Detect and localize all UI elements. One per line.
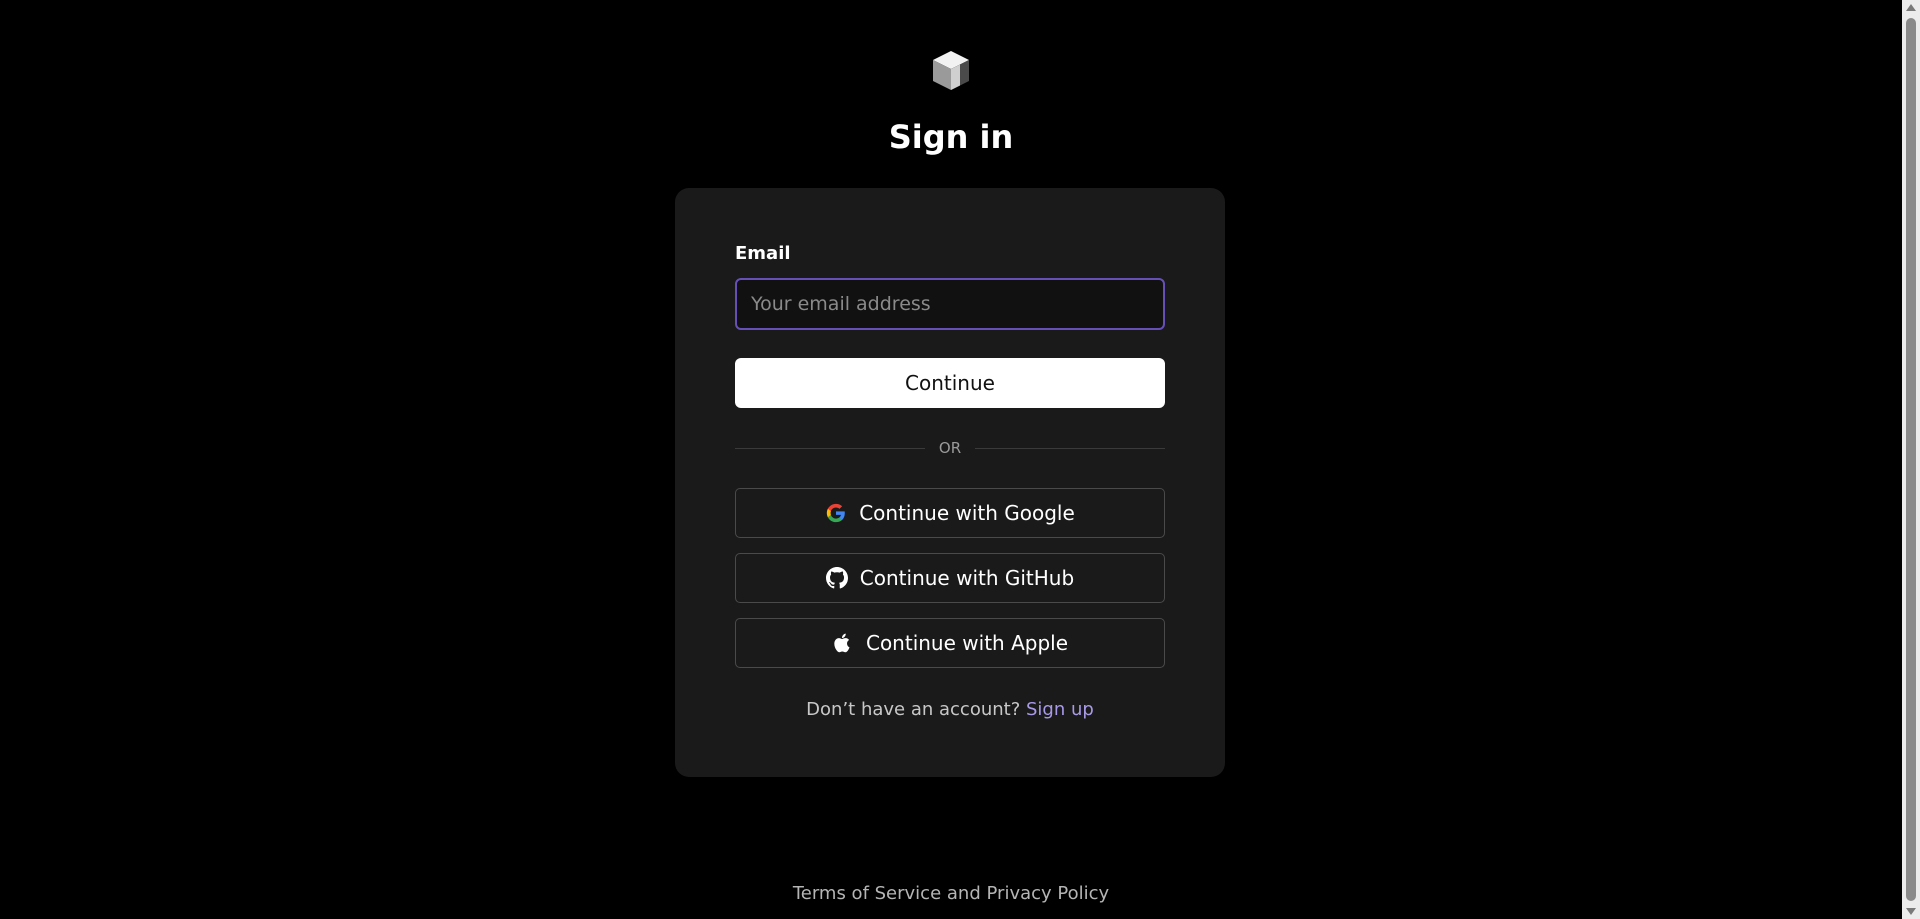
- continue-with-google-button[interactable]: Continue with Google: [735, 488, 1165, 538]
- sign-in-card: Email Continue OR Continue with Google C…: [675, 188, 1225, 777]
- scroll-down-arrow-icon[interactable]: [1906, 908, 1916, 915]
- sign-up-link[interactable]: Sign up: [1026, 699, 1094, 720]
- divider-label: OR: [938, 439, 962, 457]
- email-field[interactable]: [735, 278, 1165, 330]
- continue-with-apple-button[interactable]: Continue with Apple: [735, 618, 1165, 668]
- continue-button[interactable]: Continue: [735, 358, 1165, 408]
- or-divider: OR: [735, 438, 1166, 458]
- divider-line-right: [975, 447, 1166, 449]
- email-label: Email: [735, 243, 791, 264]
- privacy-policy-link[interactable]: Privacy Policy: [987, 883, 1110, 904]
- github-button-label: Continue with GitHub: [859, 566, 1075, 590]
- scrollbar-thumb[interactable]: [1906, 18, 1916, 901]
- signup-prompt: Don’t have an account?: [806, 699, 1021, 720]
- footer-and: and: [946, 883, 981, 904]
- google-button-label: Continue with Google: [859, 501, 1075, 525]
- google-icon: [827, 503, 845, 523]
- scroll-up-arrow-icon[interactable]: [1906, 4, 1916, 11]
- signup-prompt-row: Don’t have an account? Sign up: [675, 699, 1225, 720]
- github-icon: [825, 567, 848, 589]
- apple-icon: [834, 633, 850, 653]
- vertical-scrollbar[interactable]: [1902, 0, 1920, 919]
- page-title: Sign in: [888, 118, 1014, 156]
- terms-of-service-link[interactable]: Terms of Service: [793, 883, 941, 904]
- divider-line-left: [735, 447, 925, 449]
- footer-links: Terms of Service and Privacy Policy: [0, 883, 1902, 904]
- sign-in-page: Sign in Email Continue OR Continue with …: [0, 0, 1902, 919]
- continue-with-github-button[interactable]: Continue with GitHub: [735, 553, 1165, 603]
- cube-logo-icon: [933, 51, 969, 90]
- apple-button-label: Continue with Apple: [865, 631, 1068, 655]
